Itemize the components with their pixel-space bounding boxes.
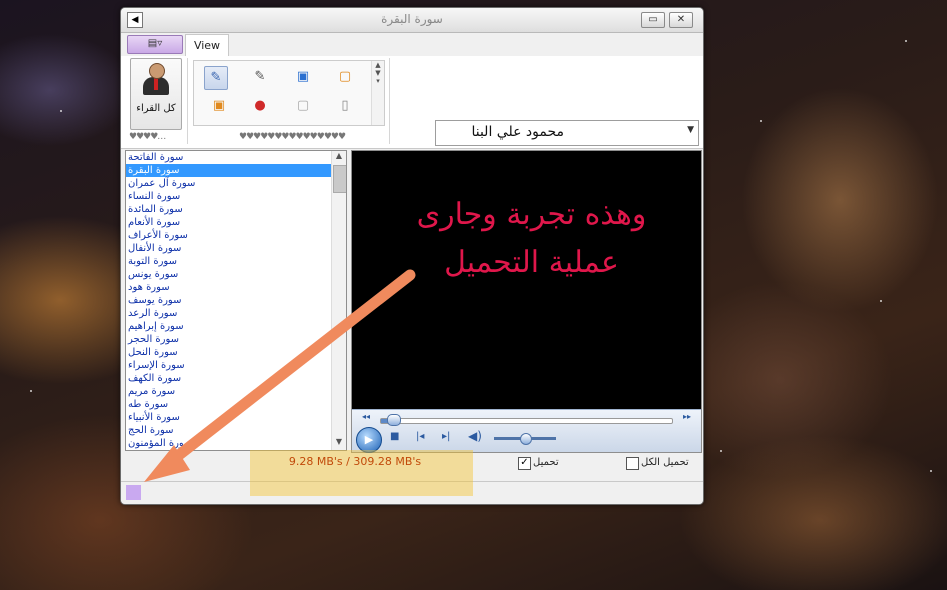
sura-list-item[interactable]: سورة النساء — [126, 190, 346, 203]
sura-list-item[interactable]: سورة آل عمران — [126, 177, 346, 190]
sura-list-item[interactable]: سورة الأنبياء — [126, 411, 346, 424]
page-blue-icon[interactable]: ▣ — [292, 66, 314, 88]
chevron-down-icon[interactable]: ▼ — [687, 125, 694, 135]
icon-gallery: ✎ ✎ ▣ ▢ ▣ ● ▢ ▯ ▲ ▼ ▾ — [193, 60, 385, 126]
download-progress-text: 9.28 MB's / 309.28 MB's — [288, 455, 422, 468]
stop-red-icon[interactable]: ● — [249, 95, 271, 117]
rewind-icon[interactable]: ◂◂ — [362, 412, 370, 421]
page-orange-icon[interactable]: ▣ — [208, 95, 230, 117]
sura-list-item[interactable]: سورة الإسراء — [126, 359, 346, 372]
sura-list-item[interactable]: سورة النحل — [126, 346, 346, 359]
video-caption: وهذه تجربة وجارى عملية التحميل — [382, 191, 681, 287]
star — [930, 470, 932, 472]
sura-list-item[interactable]: سورة الفاتحة — [126, 151, 346, 164]
application-menu-button[interactable]: ▤▿ — [127, 35, 183, 54]
download-label: تحميل — [533, 457, 559, 468]
star — [880, 300, 882, 302]
video-caption-line: وهذه تجربة وجارى — [416, 197, 647, 232]
sura-list-item[interactable]: سورة مريم — [126, 385, 346, 398]
page-white-icon[interactable]: ▯ — [334, 95, 356, 117]
group-label-gallery: ♥♥♥♥♥♥♥♥♥♥♥♥♥♥♥ — [239, 132, 346, 142]
previous-icon[interactable]: |◂ — [416, 431, 424, 442]
reciter-dropdown[interactable]: محمود علي البنا ▼ — [435, 120, 699, 146]
stop-icon[interactable]: ■ — [390, 431, 399, 442]
page-gray-icon[interactable]: ▢ — [292, 95, 314, 117]
scroll-down-icon[interactable]: ▼ — [332, 437, 346, 450]
all-reciters-button[interactable]: كل القراء — [130, 58, 182, 130]
app-window: ◀ سورة البقرة ▭ ✕ ▤▿ View كل القراء ♥♥♥♥… — [120, 7, 704, 505]
volume-icon[interactable]: ◀) — [468, 429, 482, 443]
download-all-checkbox[interactable] — [626, 457, 639, 470]
sura-list-item[interactable]: سورة المائدة — [126, 203, 346, 216]
title-bar[interactable]: ◀ سورة البقرة ▭ ✕ — [121, 8, 703, 33]
sura-list-item[interactable]: سورة إبراهيم — [126, 320, 346, 333]
group-label-reciters: ♥♥♥♥… — [129, 132, 166, 142]
edit-gray-icon[interactable]: ✎ — [249, 66, 271, 88]
status-indicator — [126, 485, 141, 500]
gallery-scroll[interactable]: ▲ ▼ ▾ — [371, 61, 384, 125]
volume-knob[interactable] — [520, 433, 532, 445]
seek-knob[interactable] — [386, 414, 401, 426]
list-scrollbar[interactable]: ▲ ▼ — [331, 151, 346, 450]
minimize-button[interactable]: ▭ — [641, 12, 665, 28]
star — [760, 120, 762, 122]
star — [905, 40, 907, 42]
sura-list-item[interactable]: سورة الحج — [126, 424, 346, 437]
star — [60, 110, 62, 112]
group-divider — [187, 58, 188, 144]
sura-list-item[interactable]: سورة التوبة — [126, 255, 346, 268]
player-controls: ◂◂ ▸▸ ▶ ■ |◂ ▸| ◀) — [352, 409, 701, 453]
sura-list-item[interactable]: سورة طه — [126, 398, 346, 411]
sura-list[interactable]: سورة الفاتحة سورة البقرة سورة آل عمران سورة… — [125, 150, 347, 451]
ribbon-tab-bar: ▤▿ View — [121, 33, 703, 57]
all-reciters-label: كل القراء — [136, 103, 176, 114]
sura-list-item[interactable]: سورة الأعراف — [126, 229, 346, 242]
group-divider — [389, 58, 390, 144]
reciter-selected-value: محمود علي البنا — [471, 124, 564, 140]
page-orange-icon[interactable]: ▢ — [334, 66, 356, 88]
close-button[interactable]: ✕ — [669, 12, 693, 28]
edit-icon[interactable]: ✎ — [204, 66, 228, 90]
sura-list-item[interactable]: سورة يوسف — [126, 294, 346, 307]
sura-list-item[interactable]: سورة البقرة — [126, 164, 346, 177]
scroll-up-icon[interactable]: ▲ — [332, 151, 346, 164]
sura-list-item[interactable]: سورة يونس — [126, 268, 346, 281]
star — [30, 390, 32, 392]
tab-view[interactable]: View — [185, 34, 229, 56]
sura-list-item[interactable]: سورة الحجر — [126, 333, 346, 346]
reciter-avatar-icon — [143, 63, 169, 95]
sura-list-item[interactable]: سورة الأنعام — [126, 216, 346, 229]
sura-list-item[interactable]: سورة المؤمنون — [126, 437, 346, 450]
sura-list-item[interactable]: سورة الرعد — [126, 307, 346, 320]
next-icon[interactable]: ▸| — [442, 431, 450, 442]
media-player[interactable]: وهذه تجربة وجارى عملية التحميل ◂◂ ▸▸ ▶ ■… — [351, 150, 702, 453]
sura-list-item[interactable]: سورة هود — [126, 281, 346, 294]
scroll-thumb[interactable] — [333, 165, 346, 193]
window-title: سورة البقرة — [381, 12, 443, 26]
video-caption-line: عملية التحميل — [444, 245, 619, 280]
sura-list-items: سورة الفاتحة سورة البقرة سورة آل عمران سورة… — [126, 151, 346, 450]
fast-forward-icon[interactable]: ▸▸ — [683, 412, 691, 421]
star — [720, 450, 722, 452]
seek-bar[interactable] — [380, 418, 673, 424]
sura-list-item[interactable]: سورة الأنفال — [126, 242, 346, 255]
download-all-label: تحميل الكل — [641, 457, 689, 468]
download-checkbox[interactable]: ✓ — [518, 457, 531, 470]
sura-list-item[interactable]: سورة الكهف — [126, 372, 346, 385]
